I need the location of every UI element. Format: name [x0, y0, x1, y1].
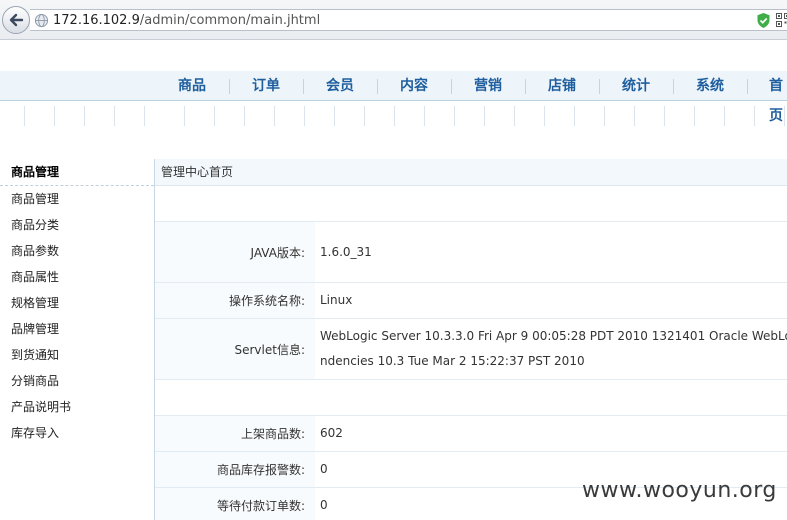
info-label: 操作系统名称: — [155, 283, 315, 318]
top-nav: 商品 订单 会员 内容 营销 店铺 统计 系统 首页 — [0, 71, 787, 124]
sidebar-item-specifications[interactable]: 规格管理 — [0, 290, 154, 316]
info-label: JAVA版本: — [155, 222, 315, 282]
stat-row-listed-products: 上架商品数: 602 — [155, 416, 787, 452]
qr-code-icon[interactable] — [776, 13, 787, 27]
nav-item-content[interactable]: 内容 — [377, 71, 451, 101]
watermark: www.wooyun.org — [582, 478, 777, 503]
breadcrumb: 管理中心首页 — [155, 159, 787, 186]
url-host: 172.16.102.9 — [53, 13, 140, 28]
stat-label: 商品库存报警数: — [155, 452, 315, 487]
sidebar-item-arrival-notice[interactable]: 到货通知 — [0, 342, 154, 368]
url-field[interactable]: 172.16.102.9/admin/common/main.jhtml — [30, 9, 787, 31]
info-row-java-version: JAVA版本: 1.6.0_31 — [155, 222, 787, 283]
servlet-info-value-line1: WebLogic Server 10.3.3.0 Fri Apr 9 00:05… — [320, 329, 787, 343]
sidebar-item-brands[interactable]: 品牌管理 — [0, 316, 154, 342]
url-path: /admin/common/main.jhtml — [139, 13, 321, 28]
nav-item-marketing[interactable]: 营销 — [451, 71, 525, 101]
nav-item-store[interactable]: 店铺 — [525, 71, 599, 101]
stat-label: 等待付款订单数: — [155, 488, 315, 520]
globe-icon — [34, 13, 49, 28]
info-value: WebLogic Server 10.3.3.0 Fri Apr 9 00:05… — [315, 319, 787, 379]
back-button[interactable] — [2, 6, 30, 34]
url-text: 172.16.102.9/admin/common/main.jhtml — [53, 13, 320, 28]
nav-item-members[interactable]: 会员 — [303, 71, 377, 101]
sidebar-item-stock-import[interactable]: 库存导入 — [0, 420, 154, 446]
sidebar-item-product-category[interactable]: 商品分类 — [0, 212, 154, 238]
nav-item-products[interactable]: 商品 — [155, 71, 229, 101]
sidebar-title: 商品管理 — [0, 159, 154, 186]
sidebar-item-product-manual[interactable]: 产品说明书 — [0, 394, 154, 420]
sidebar-item-distribution-products[interactable]: 分销商品 — [0, 368, 154, 394]
info-label: Servlet信息: — [155, 319, 315, 379]
nav-separator — [747, 79, 748, 94]
stat-label: 上架商品数: — [155, 416, 315, 451]
java-version-value: 1.6.0_31 — [320, 244, 372, 259]
listed-products-count: 602 — [320, 426, 343, 440]
sub-nav-strip — [0, 102, 787, 130]
info-row-os-name: 操作系统名称: Linux — [155, 283, 787, 319]
nav-item-orders[interactable]: 订单 — [229, 71, 303, 101]
nav-item-statistics[interactable]: 统计 — [599, 71, 673, 101]
browser-address-bar: 172.16.102.9/admin/common/main.jhtml — [0, 0, 787, 40]
sidebar-item-product-management[interactable]: 商品管理 — [0, 186, 154, 212]
section-spacer — [155, 380, 787, 416]
servlet-info-value-line2: ndencies 10.3 Tue Mar 2 15:22:37 PST 201… — [320, 354, 585, 368]
sidebar-item-product-parameters[interactable]: 商品参数 — [0, 238, 154, 264]
stat-value: 602 — [315, 416, 787, 451]
info-value: 1.6.0_31 — [315, 222, 787, 282]
nav-item-home[interactable]: 首页 — [755, 71, 787, 124]
sidebar: 商品管理 商品管理 商品分类 商品参数 商品属性 规格管理 品牌管理 到货通知 … — [0, 159, 155, 520]
security-shield-icon[interactable] — [756, 12, 771, 29]
section-spacer — [155, 186, 787, 222]
nav-item-system[interactable]: 系统 — [673, 71, 747, 101]
os-name-value: Linux — [320, 293, 353, 307]
info-row-servlet-info: Servlet信息: WebLogic Server 10.3.3.0 Fri … — [155, 319, 787, 380]
info-value: Linux — [315, 283, 787, 318]
sidebar-item-product-attributes[interactable]: 商品属性 — [0, 264, 154, 290]
main-content: 管理中心首页 JAVA版本: 1.6.0_31 操作系统名称: Linux Se… — [155, 159, 787, 520]
back-arrow-icon — [9, 13, 24, 27]
